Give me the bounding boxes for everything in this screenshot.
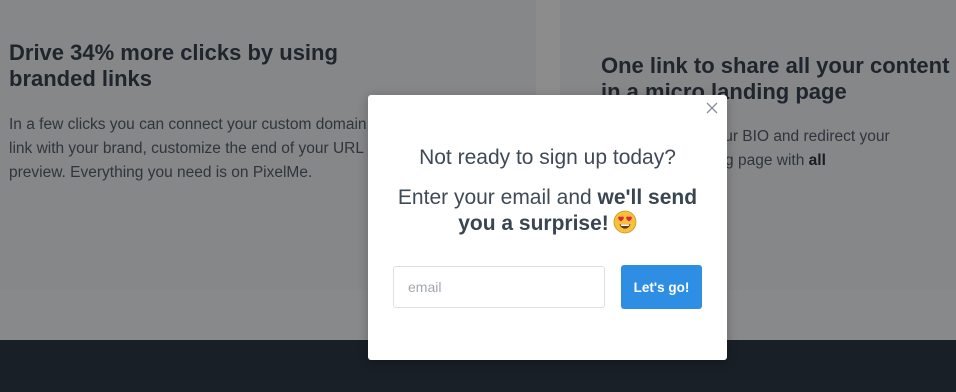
email-field[interactable] [393,266,605,308]
popup-heading: Not ready to sign up today? [419,146,676,169]
close-button[interactable] [703,99,721,117]
submit-button[interactable]: Let's go! [621,265,702,309]
page: Drive 34% more clicks by using branded l… [0,0,956,392]
heart-eyes-emoji-icon [613,210,637,234]
close-icon [706,102,718,114]
signup-popup: Not ready to sign up today? Enter your e… [368,95,727,360]
popup-subheading-text: Enter your email and [397,186,598,209]
popup-subheading: Enter your email and we'll send you a su… [388,185,707,236]
